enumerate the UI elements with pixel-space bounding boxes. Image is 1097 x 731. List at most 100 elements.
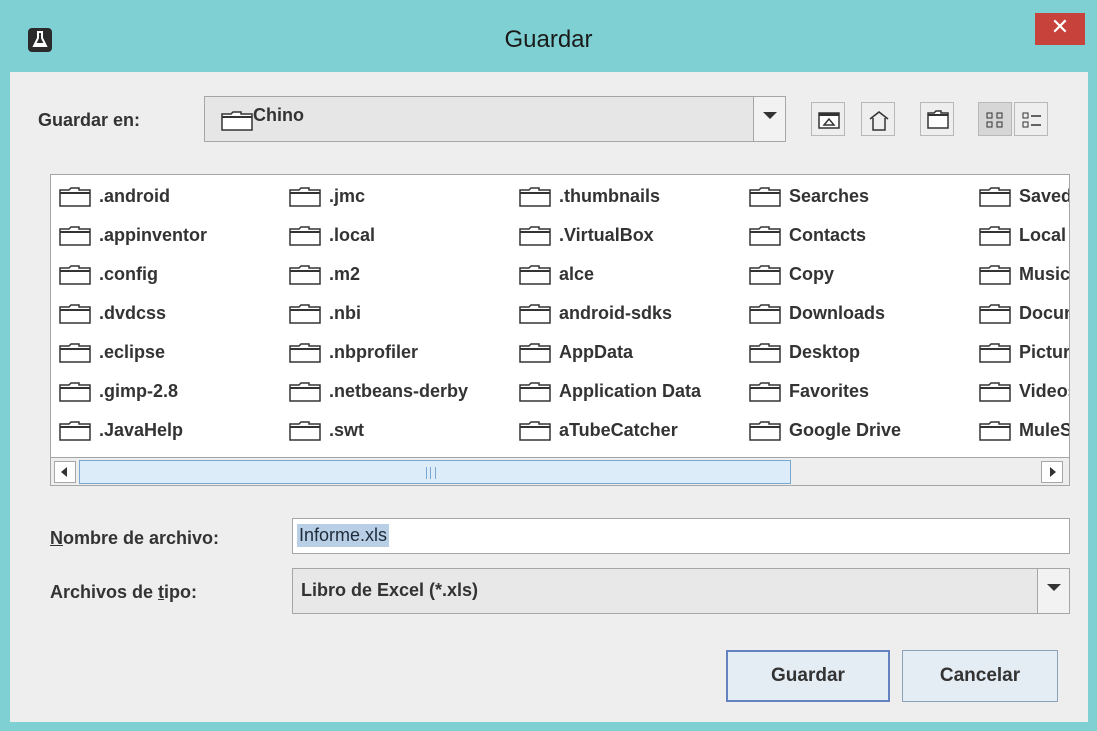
up-one-level-icon: [818, 112, 840, 129]
folder-icon: [749, 265, 781, 285]
folder-icon: [519, 382, 551, 402]
save-dialog: Guardar ✕ Guardar en: Chino MuleS Video …: [0, 0, 1097, 731]
horizontal-scrollbar[interactable]: [51, 457, 1069, 485]
close-button[interactable]: ✕: [1035, 13, 1085, 45]
folder-icon: [289, 187, 321, 207]
list-item[interactable]: aTubeCatcher: [519, 415, 747, 449]
folder-icon: [59, 421, 91, 441]
list-item[interactable]: .local: [289, 220, 517, 254]
list-item[interactable]: Copy: [749, 259, 977, 293]
folder-icon: [979, 304, 1011, 324]
list-item-label: .config: [99, 264, 158, 284]
list-view-button[interactable]: [978, 102, 1012, 136]
list-item-label: .local: [329, 225, 376, 245]
folder-icon: [289, 343, 321, 363]
list-item[interactable]: Favorites: [749, 376, 977, 410]
list-item[interactable]: android-sdks: [519, 298, 747, 332]
list-item[interactable]: Google Drive: [749, 415, 977, 449]
list-item[interactable]: .eclipse: [59, 337, 287, 371]
list-item[interactable]: .nbprofiler: [289, 337, 517, 371]
folder-icon: [59, 343, 91, 363]
file-type-dropdown[interactable]: Libro de Excel (*.xls): [292, 568, 1070, 614]
list-item-label: .gimp-2.8: [99, 381, 179, 401]
list-item[interactable]: .swt: [289, 415, 517, 449]
list-item[interactable]: Local: [979, 220, 1069, 254]
list-item-label: Pictures: [1019, 342, 1070, 362]
list-item[interactable]: Contacts: [749, 220, 977, 254]
file-type-label: Archivos de tipo:: [50, 582, 197, 603]
folder-icon: [749, 382, 781, 402]
list-item[interactable]: AppData: [519, 337, 747, 371]
list-item[interactable]: .m2: [289, 259, 517, 293]
list-item-label: Desktop: [789, 342, 861, 362]
list-item[interactable]: .android: [59, 181, 287, 215]
file-name-label-rest: ombre de archivo:: [63, 528, 220, 548]
list-item-label: Documents: [1019, 303, 1069, 323]
folder-icon: [519, 421, 551, 441]
chevron-down-icon[interactable]: [753, 97, 785, 141]
folder-icon: [519, 343, 551, 363]
folder-icon: [979, 343, 1011, 363]
up-one-level-button[interactable]: [811, 102, 845, 136]
folder-icon: [59, 187, 91, 207]
list-item-label: .appinventor: [99, 225, 208, 245]
folder-icon: [749, 421, 781, 441]
list-item-label: .JavaHelp: [99, 420, 184, 440]
folder-icon: [59, 226, 91, 246]
list-item-label: .nbi: [329, 303, 361, 323]
folder-icon: [59, 265, 91, 285]
new-folder-button[interactable]: [920, 102, 954, 136]
list-item[interactable]: Downloads: [749, 298, 977, 332]
scroll-right-button[interactable]: [1041, 461, 1063, 483]
folder-icon: [289, 304, 321, 324]
list-item[interactable]: .config: [59, 259, 287, 293]
list-item-label: Contacts: [789, 225, 867, 245]
home-button[interactable]: [861, 102, 895, 136]
list-item[interactable]: .appinventor: [59, 220, 287, 254]
cancel-button[interactable]: Cancelar: [902, 650, 1058, 702]
list-item-label: .netbeans-derby: [329, 381, 469, 401]
title-bar[interactable]: Guardar ✕: [0, 0, 1097, 72]
folder-icon: [749, 343, 781, 363]
list-item[interactable]: Music: [979, 259, 1069, 293]
grip-icon: [426, 467, 436, 479]
list-item[interactable]: Desktop: [749, 337, 977, 371]
list-item[interactable]: alce: [519, 259, 747, 293]
file-list[interactable]: MuleS Videos Pictures Documents Music Local Sa…: [50, 174, 1070, 486]
folder-icon: [221, 111, 253, 131]
list-item-label: .m2: [329, 264, 361, 284]
scroll-thumb[interactable]: [79, 460, 791, 484]
chevron-down-icon[interactable]: [1037, 569, 1069, 613]
list-item[interactable]: Videos: [979, 376, 1069, 410]
folder-icon: [289, 226, 321, 246]
folder-icon: [289, 382, 321, 402]
list-item[interactable]: .thumbnails: [519, 181, 747, 215]
list-item[interactable]: .dvdcss: [59, 298, 287, 332]
list-item[interactable]: Searches: [749, 181, 977, 215]
list-item[interactable]: .jmc: [289, 181, 517, 215]
save-in-label: Guardar en:: [38, 110, 141, 130]
list-item[interactable]: MuleS: [979, 415, 1069, 449]
list-item[interactable]: .gimp-2.8: [59, 376, 287, 410]
list-item[interactable]: Saved: [979, 181, 1069, 215]
folder-icon: [749, 304, 781, 324]
list-item-label: Videos: [1019, 381, 1069, 401]
list-item-label: Google Drive: [789, 420, 902, 440]
list-item[interactable]: .VirtualBox: [519, 220, 747, 254]
save-in-dropdown[interactable]: Chino: [204, 96, 786, 142]
list-item[interactable]: .nbi: [289, 298, 517, 332]
details-view-button[interactable]: [1014, 102, 1048, 136]
file-name-input[interactable]: Informe.xls: [292, 518, 1070, 554]
scroll-left-button[interactable]: [54, 461, 76, 483]
folder-icon: [289, 265, 321, 285]
list-item-label: .eclipse: [99, 342, 166, 362]
list-item[interactable]: .JavaHelp: [59, 415, 287, 449]
list-item[interactable]: Documents: [979, 298, 1069, 332]
list-item[interactable]: .netbeans-derby: [289, 376, 517, 410]
list-item[interactable]: Application Data: [519, 376, 747, 410]
list-item[interactable]: Pictures: [979, 337, 1070, 371]
save-in-value: Chino: [253, 105, 304, 125]
folder-icon: [519, 304, 551, 324]
save-button[interactable]: Guardar: [726, 650, 890, 702]
file-type-value: Libro de Excel (*.xls): [301, 580, 479, 600]
